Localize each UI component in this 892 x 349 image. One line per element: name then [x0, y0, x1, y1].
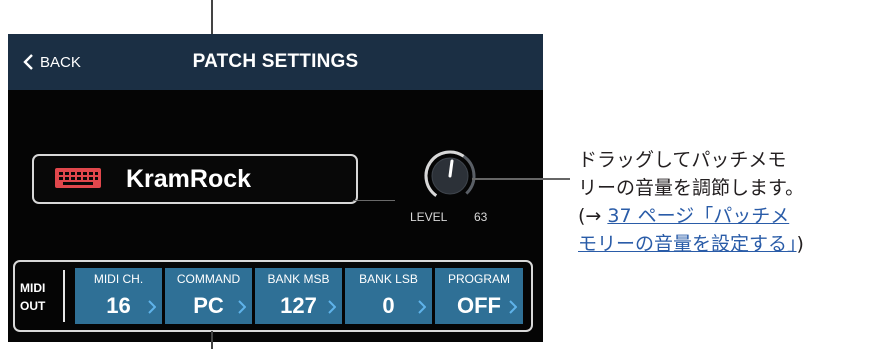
param-bank-msb[interactable]: BANK MSB 127 — [255, 268, 342, 324]
midi-out-divider — [63, 270, 65, 322]
back-button[interactable]: BACK — [22, 34, 81, 90]
page-reference-link-cont[interactable]: モリーの音量を設定する」 — [578, 233, 797, 255]
annotation-line1: ドラッグしてパッチメモ — [578, 149, 787, 171]
level-value: 63 — [474, 210, 488, 224]
chevron-left-icon — [23, 54, 33, 70]
param-label: BANK LSB — [359, 272, 418, 286]
level-annotation: ドラッグしてパッチメモ リーの音量を調節します。 (→ 37 ページ「パッチメ … — [578, 146, 888, 258]
param-command[interactable]: COMMAND PC — [165, 268, 252, 324]
divider — [353, 200, 395, 201]
annotation-paren-open: (→ — [578, 205, 608, 227]
level-knob[interactable] — [420, 146, 480, 206]
page-title: PATCH SETTINGS — [192, 51, 359, 72]
callout-line-level — [472, 178, 570, 180]
annotation-paren-close: ) — [796, 233, 804, 255]
chevron-right-icon — [418, 300, 426, 314]
chevron-right-icon — [148, 300, 156, 314]
midi-out-line2: OUT — [20, 299, 46, 313]
annotation-line3: (→ 37 ページ「パッチメ — [578, 202, 888, 230]
header-bar: PATCH SETTINGS BACK — [8, 34, 543, 90]
chevron-right-icon — [238, 300, 246, 314]
patch-name-field[interactable]: KramRock — [32, 154, 358, 204]
param-label: COMMAND — [176, 272, 241, 286]
param-label: BANK MSB — [267, 272, 330, 286]
param-bank-lsb[interactable]: BANK LSB 0 — [345, 268, 432, 324]
patch-name: KramRock — [126, 165, 252, 193]
annotation-line2: リーの音量を調節します。 — [578, 177, 805, 199]
page-reference-link[interactable]: 37 ページ「パッチメ — [607, 205, 789, 227]
level-label: LEVEL — [410, 210, 448, 224]
keyboard-icon — [55, 168, 101, 188]
param-label: PROGRAM — [447, 272, 510, 286]
param-program[interactable]: PROGRAM OFF — [435, 268, 523, 324]
param-label: MIDI CH. — [93, 272, 144, 286]
chevron-right-icon — [509, 300, 517, 314]
callout-line-bottom — [211, 331, 213, 349]
chevron-right-icon — [328, 300, 336, 314]
midi-out-line1: MIDI — [20, 281, 46, 295]
midi-out-label: MIDI OUT — [20, 279, 60, 315]
device-screen: PATCH SETTINGS BACK KramRock LEVEL 63 MI… — [8, 34, 543, 342]
param-midi-ch[interactable]: MIDI CH. 16 — [75, 268, 162, 324]
annotation-line4: モリーの音量を設定する」) — [578, 230, 888, 258]
back-label: BACK — [40, 53, 81, 71]
